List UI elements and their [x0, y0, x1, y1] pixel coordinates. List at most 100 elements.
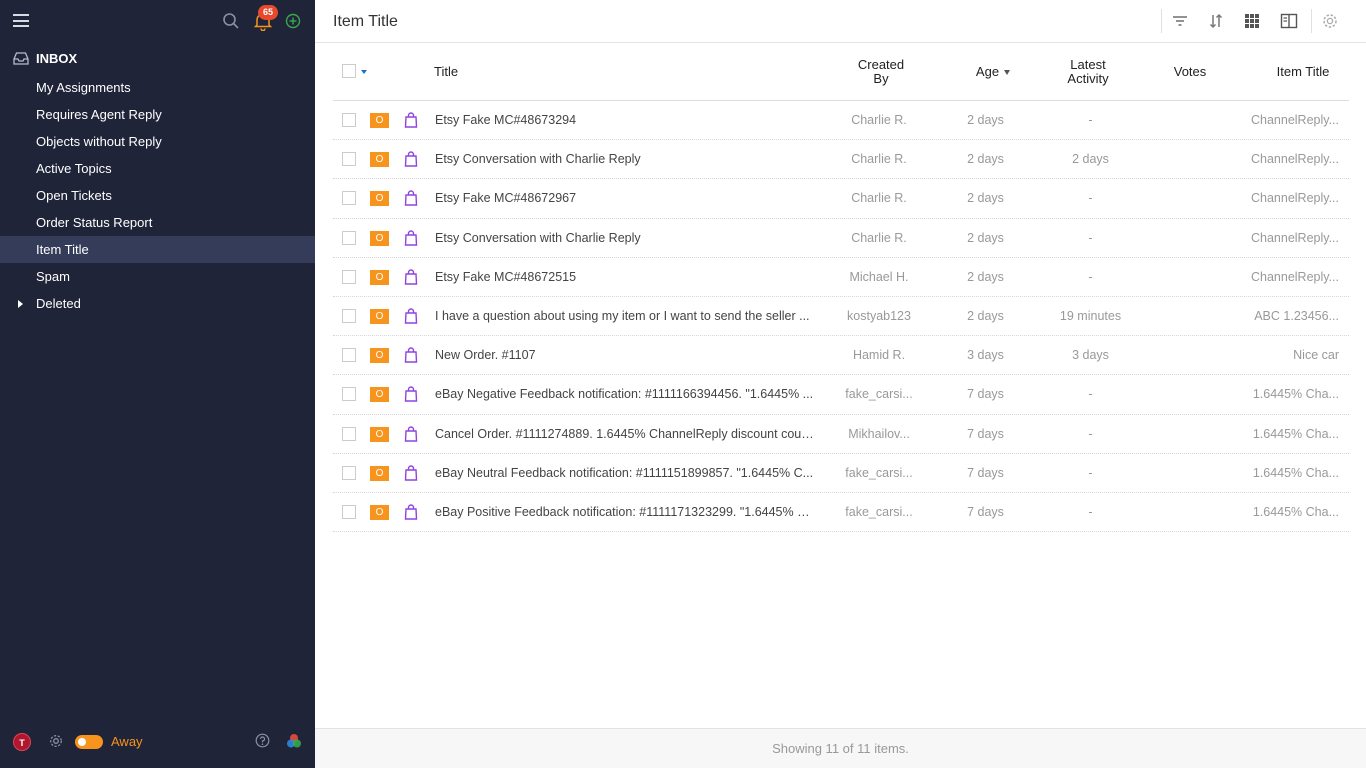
expand-caret-icon[interactable] — [18, 300, 23, 308]
row-title-link[interactable]: eBay Positive Feedback notification: #11… — [435, 505, 815, 519]
column-header-title[interactable]: Title — [434, 65, 458, 79]
row-item-title: Nice car — [1293, 348, 1339, 363]
column-header-age[interactable]: Age — [963, 65, 1023, 79]
sidebar-item-spam[interactable]: Spam — [0, 263, 315, 290]
help-icon[interactable] — [255, 733, 270, 748]
row-checkbox[interactable] — [342, 348, 356, 363]
sidebar-item-my-assignments[interactable]: My Assignments — [0, 74, 315, 101]
filter-icon[interactable] — [1171, 12, 1189, 30]
row-checkbox[interactable] — [342, 113, 356, 127]
top-toolbar: Item Title — [315, 0, 1366, 43]
shopping-bag-icon — [404, 229, 418, 246]
sidebar-item-item-title[interactable]: Item Title — [0, 236, 315, 263]
row-checkbox[interactable] — [342, 230, 356, 245]
row-title-link[interactable]: Etsy Conversation with Charlie Reply — [435, 231, 815, 245]
table-row[interactable]: OeBay Negative Feedback notification: #1… — [333, 375, 1349, 415]
items-table: Title Created By Age Latest Activity Votes… — [333, 43, 1349, 533]
table-row[interactable]: O Cancel Order. #1111274889. 1.6445% Chan… — [333, 415, 1349, 454]
column-header-item-title[interactable]: Item Title — [1263, 65, 1343, 79]
row-title-link[interactable]: Etsy Fake MC#48673294 — [435, 113, 815, 127]
row-title-link[interactable]: eBay Negative Feedback notification: #11… — [435, 387, 815, 401]
column-header-created-by[interactable]: Created By — [851, 58, 911, 86]
table-row[interactable]: O I have a question about using my item o… — [333, 297, 1349, 337]
sidebar-item-open-tickets[interactable]: Open Tickets — [0, 182, 315, 209]
table-row[interactable]: O Etsy Fake MC#48672515 Michael H. 2 days - C… — [333, 258, 1349, 297]
sidebar-item-label: Deleted — [36, 296, 81, 311]
row-item-title: ABC 1.23456... — [1254, 308, 1339, 323]
row-age: 3 days — [967, 348, 1004, 363]
chevron-down-icon[interactable] — [361, 70, 367, 74]
sidebar-item-objects-without-reply[interactable]: Objects without Reply — [0, 128, 315, 155]
sort-desc-icon — [1004, 70, 1011, 76]
row-created-by: Michael H. — [849, 269, 909, 284]
shopping-bag-icon — [404, 347, 418, 363]
shopping-bag-icon — [404, 465, 418, 481]
sidebar-item-label: Active Topics — [36, 161, 112, 176]
sidebar-item-requires-agent-reply[interactable]: Requires Agent Reply — [0, 101, 315, 128]
gear-icon[interactable] — [1321, 12, 1339, 30]
table-row[interactable]: O Etsy Conversation with Charlie Reply Cha… — [333, 140, 1349, 180]
sidebar-item-order-status-report[interactable]: Order Status Report — [0, 209, 315, 236]
sidebar-item-active-topics[interactable]: Active Topics — [0, 155, 315, 182]
row-title-link[interactable]: Etsy Fake MC#48672967 — [435, 191, 815, 205]
sidebar-item-deleted[interactable]: Deleted — [0, 290, 315, 317]
sort-icon[interactable] — [1207, 12, 1225, 30]
apps-color-icon[interactable] — [286, 733, 302, 749]
status-badge: O — [370, 269, 389, 285]
gear-icon[interactable] — [48, 733, 64, 749]
inbox-header[interactable]: INBOX — [0, 48, 315, 70]
row-checkbox[interactable] — [342, 308, 356, 323]
notification-badge: 65 — [258, 5, 278, 20]
sidebar-nav: My Assignments Requires Agent Reply Obje… — [0, 74, 315, 317]
grid-icon[interactable] — [1243, 12, 1261, 30]
status-badge: O — [370, 230, 389, 246]
hamburger-icon[interactable] — [13, 14, 29, 27]
column-header-votes[interactable]: Votes — [1160, 65, 1220, 79]
table-row[interactable]: OeBay Neutral Feedback notification: #11… — [333, 454, 1349, 493]
row-checkbox[interactable] — [342, 504, 356, 519]
row-checkbox[interactable] — [342, 152, 356, 167]
row-age: 7 days — [967, 387, 1004, 402]
table-row[interactable]: O Etsy Fake MC#48672967 Charlie R. 2 days - C… — [333, 179, 1349, 219]
column-header-latest-activity[interactable]: Latest Activity — [1053, 58, 1123, 86]
row-title-link[interactable]: Etsy Fake MC#48672515 — [435, 270, 815, 284]
row-created-by: Charlie R. — [851, 191, 907, 206]
row-title-link[interactable]: I have a question about using my item or… — [435, 309, 815, 323]
row-latest-activity: - — [1088, 465, 1093, 480]
shopping-bag-icon — [404, 308, 418, 324]
row-item-title: ChannelReply... — [1250, 191, 1339, 206]
table-row[interactable]: O New Order. #1107 Hamid R. 3 days 3 days Nic… — [333, 336, 1349, 376]
sidebar-item-label: Requires Agent Reply — [36, 107, 162, 122]
column-header-line: Created — [857, 57, 905, 72]
table-row[interactable]: O Etsy Conversation with Charlie Reply Cha… — [333, 219, 1349, 258]
row-checkbox[interactable] — [342, 269, 356, 284]
row-title-link[interactable]: eBay Neutral Feedback notification: #111… — [435, 466, 815, 480]
select-all-checkbox[interactable] — [342, 64, 356, 78]
search-icon[interactable] — [222, 12, 240, 30]
shopping-bag-icon — [404, 425, 418, 442]
row-title-link[interactable]: New Order. #1107 — [435, 348, 815, 362]
table-row[interactable]: OeBay Positive Feedback notification: #1… — [333, 493, 1349, 533]
row-checkbox[interactable] — [342, 465, 356, 480]
sidebar-item-label: Order Status Report — [36, 215, 153, 230]
row-age: 7 days — [967, 426, 1004, 441]
row-title-link[interactable]: Etsy Conversation with Charlie Reply — [435, 152, 815, 166]
avatar[interactable]: T — [13, 733, 31, 751]
row-created-by: fake_carsi... — [845, 504, 913, 519]
status-toggle[interactable] — [75, 735, 103, 749]
column-header-label: Age — [975, 64, 1000, 79]
table-body: O Etsy Fake MC#48673294 Charlie R. 2 days - C… — [333, 101, 1349, 533]
row-checkbox[interactable] — [342, 426, 356, 441]
table-row[interactable]: O Etsy Fake MC#48673294 Charlie R. 2 days - C… — [333, 101, 1349, 141]
row-item-title: ChannelReply... — [1250, 113, 1339, 127]
shopping-bag-icon — [404, 190, 418, 207]
row-latest-activity: - — [1088, 230, 1093, 245]
sidebar-footer: T Away — [0, 730, 315, 768]
row-title-link[interactable]: Cancel Order. #1111274889. 1.6445% Chann… — [435, 427, 815, 441]
row-age: 2 days — [967, 113, 1004, 127]
row-checkbox[interactable] — [342, 387, 356, 402]
row-checkbox[interactable] — [342, 191, 356, 206]
columns-icon[interactable] — [1280, 12, 1298, 30]
plus-circle-icon[interactable] — [285, 13, 301, 29]
row-item-title: ChannelReply... — [1250, 269, 1339, 284]
